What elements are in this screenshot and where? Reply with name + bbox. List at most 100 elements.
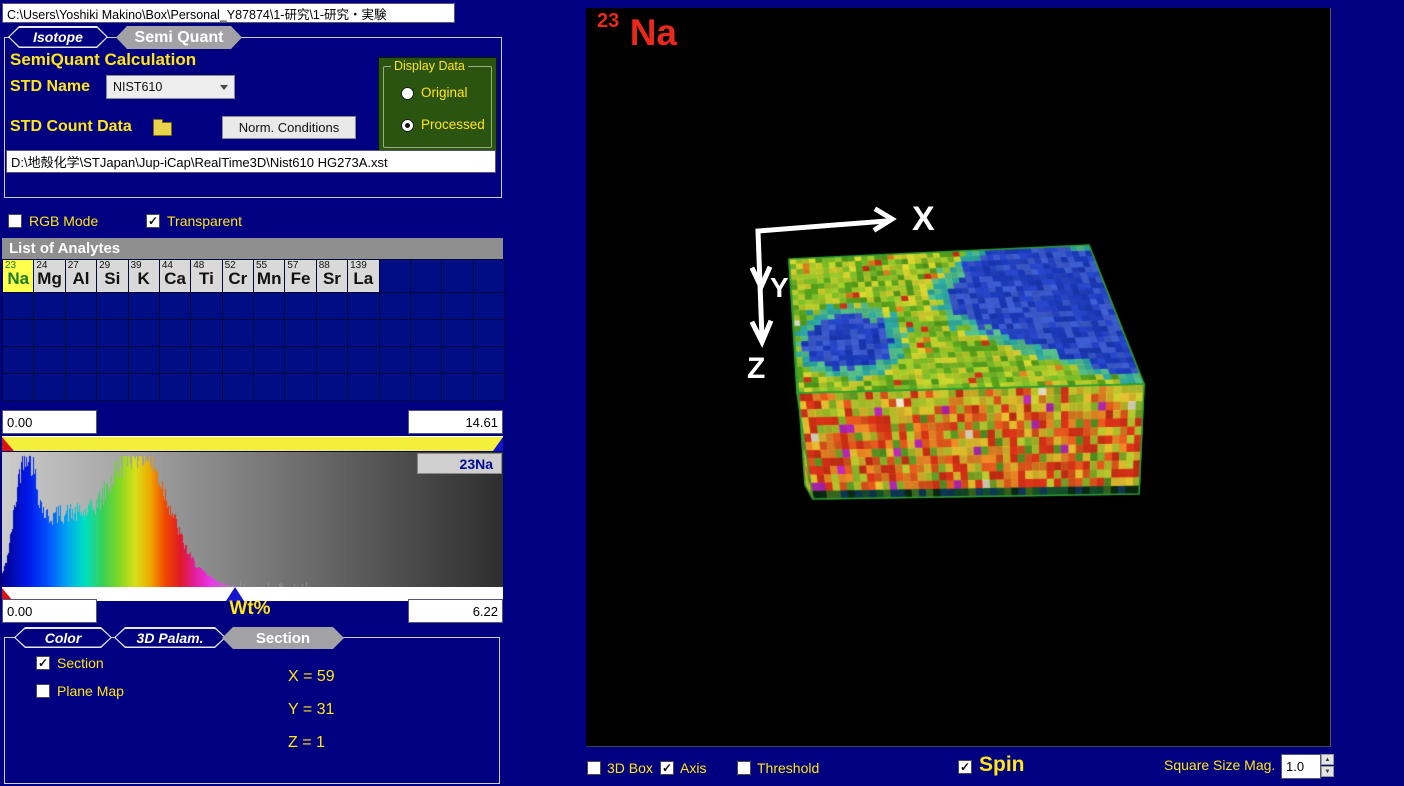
range-min-handle-icon[interactable] bbox=[2, 437, 14, 451]
analyte-empty-cell[interactable] bbox=[474, 320, 504, 346]
analyte-empty-cell[interactable] bbox=[285, 347, 315, 373]
analyte-empty-cell[interactable] bbox=[34, 374, 64, 400]
analyte-empty-cell[interactable] bbox=[223, 347, 253, 373]
analyte-empty-cell[interactable] bbox=[380, 347, 410, 373]
isotope-select-button[interactable]: 23Na bbox=[417, 453, 502, 474]
analyte-empty-cell[interactable] bbox=[317, 320, 347, 346]
analyte-empty-cell[interactable] bbox=[380, 260, 410, 292]
analyte-empty-cell[interactable] bbox=[442, 374, 472, 400]
analyte-empty-cell[interactable] bbox=[97, 293, 127, 319]
tab-color[interactable]: Color bbox=[14, 627, 112, 648]
analyte-empty-cell[interactable] bbox=[254, 347, 284, 373]
std-file-path-input[interactable]: D:\地殻化学\STJapan\Jup-iCap\RealTime3D\Nist… bbox=[6, 150, 496, 173]
analyte-cell-Fe[interactable]: 57Fe bbox=[285, 260, 315, 292]
analyte-empty-cell[interactable] bbox=[474, 347, 504, 373]
analyte-empty-cell[interactable] bbox=[348, 320, 378, 346]
axis-checkbox[interactable]: ✓ bbox=[660, 761, 674, 775]
analyte-empty-cell[interactable] bbox=[474, 293, 504, 319]
analyte-empty-cell[interactable] bbox=[3, 374, 33, 400]
analyte-empty-cell[interactable] bbox=[160, 374, 190, 400]
analyte-empty-cell[interactable] bbox=[3, 347, 33, 373]
analyte-empty-cell[interactable] bbox=[411, 347, 441, 373]
analyte-empty-cell[interactable] bbox=[254, 320, 284, 346]
analyte-empty-cell[interactable] bbox=[317, 347, 347, 373]
analyte-empty-cell[interactable] bbox=[223, 320, 253, 346]
analyte-empty-cell[interactable] bbox=[254, 374, 284, 400]
norm-conditions-button[interactable]: Norm. Conditions bbox=[222, 116, 356, 139]
analyte-cell-Ti[interactable]: 48Ti bbox=[191, 260, 221, 292]
spin-checkbox[interactable]: ✓ bbox=[958, 760, 972, 774]
analyte-empty-cell[interactable] bbox=[97, 320, 127, 346]
analyte-empty-cell[interactable] bbox=[348, 293, 378, 319]
analyte-cell-Ca[interactable]: 44Ca bbox=[160, 260, 190, 292]
wt-min-input[interactable]: 0.00 bbox=[2, 599, 97, 623]
tab-isotope[interactable]: Isotope bbox=[8, 26, 108, 48]
analyte-empty-cell[interactable] bbox=[191, 347, 221, 373]
analyte-cell-Na[interactable]: 23Na bbox=[3, 260, 33, 292]
analyte-empty-cell[interactable] bbox=[285, 320, 315, 346]
analyte-empty-cell[interactable] bbox=[66, 293, 96, 319]
analyte-empty-cell[interactable] bbox=[223, 293, 253, 319]
analyte-empty-cell[interactable] bbox=[380, 374, 410, 400]
square-size-spinner[interactable]: ▲ ▼ bbox=[1321, 754, 1334, 777]
analyte-cell-Mn[interactable]: 55Mn bbox=[254, 260, 284, 292]
spinner-down-icon[interactable]: ▼ bbox=[1321, 766, 1334, 777]
analyte-empty-cell[interactable] bbox=[3, 293, 33, 319]
analyte-empty-cell[interactable] bbox=[34, 293, 64, 319]
analyte-cell-Sr[interactable]: 88Sr bbox=[317, 260, 347, 292]
analyte-empty-cell[interactable] bbox=[191, 374, 221, 400]
analyte-empty-cell[interactable] bbox=[129, 320, 159, 346]
analyte-empty-cell[interactable] bbox=[411, 293, 441, 319]
analyte-empty-cell[interactable] bbox=[380, 320, 410, 346]
analyte-empty-cell[interactable] bbox=[317, 293, 347, 319]
analyte-empty-cell[interactable] bbox=[3, 320, 33, 346]
analyte-empty-cell[interactable] bbox=[348, 347, 378, 373]
spinner-up-icon[interactable]: ▲ bbox=[1321, 754, 1334, 765]
analyte-empty-cell[interactable] bbox=[191, 320, 221, 346]
count-min-input[interactable]: 0.00 bbox=[2, 410, 97, 434]
radio-original[interactable] bbox=[401, 87, 414, 100]
analyte-cell-Si[interactable]: 29Si bbox=[97, 260, 127, 292]
analyte-empty-cell[interactable] bbox=[285, 374, 315, 400]
analyte-empty-cell[interactable] bbox=[474, 260, 504, 292]
analyte-empty-cell[interactable] bbox=[129, 347, 159, 373]
analyte-empty-cell[interactable] bbox=[474, 374, 504, 400]
section-checkbox[interactable]: ✓ bbox=[36, 656, 50, 670]
analyte-empty-cell[interactable] bbox=[442, 293, 472, 319]
analyte-empty-cell[interactable] bbox=[191, 293, 221, 319]
tab-semi-quant[interactable]: Semi Quant bbox=[116, 26, 242, 49]
3d-box-checkbox[interactable] bbox=[587, 761, 601, 775]
analyte-cell-La[interactable]: 139La bbox=[348, 260, 378, 292]
plane-map-checkbox[interactable] bbox=[36, 684, 50, 698]
analyte-empty-cell[interactable] bbox=[411, 374, 441, 400]
analyte-empty-cell[interactable] bbox=[254, 293, 284, 319]
analyte-empty-cell[interactable] bbox=[442, 347, 472, 373]
analyte-empty-cell[interactable] bbox=[97, 347, 127, 373]
square-size-mag-input[interactable]: 1.0 bbox=[1281, 754, 1321, 779]
analyte-empty-cell[interactable] bbox=[411, 320, 441, 346]
analyte-cell-Mg[interactable]: 24Mg bbox=[34, 260, 64, 292]
analyte-empty-cell[interactable] bbox=[380, 293, 410, 319]
tab-section[interactable]: Section bbox=[222, 627, 344, 649]
analyte-cell-Cr[interactable]: 52Cr bbox=[223, 260, 253, 292]
analyte-empty-cell[interactable] bbox=[442, 320, 472, 346]
analyte-empty-cell[interactable] bbox=[34, 347, 64, 373]
analyte-cell-Al[interactable]: 27Al bbox=[66, 260, 96, 292]
working-folder-path-input[interactable]: C:\Users\Yoshiki Makino\Box\Personal_Y87… bbox=[2, 3, 455, 23]
rgb-mode-checkbox[interactable] bbox=[8, 214, 22, 228]
analyte-empty-cell[interactable] bbox=[66, 347, 96, 373]
analyte-empty-cell[interactable] bbox=[442, 260, 472, 292]
threshold-checkbox[interactable] bbox=[737, 761, 751, 775]
analyte-empty-cell[interactable] bbox=[411, 260, 441, 292]
std-name-dropdown[interactable]: NIST610 bbox=[106, 75, 235, 99]
analyte-empty-cell[interactable] bbox=[285, 293, 315, 319]
color-range-slider[interactable] bbox=[2, 436, 503, 451]
analyte-empty-cell[interactable] bbox=[66, 374, 96, 400]
analyte-empty-cell[interactable] bbox=[160, 320, 190, 346]
analyte-empty-cell[interactable] bbox=[129, 293, 159, 319]
count-max-input[interactable]: 14.61 bbox=[408, 410, 503, 434]
analyte-empty-cell[interactable] bbox=[66, 320, 96, 346]
tab-3d-palam[interactable]: 3D Palam. bbox=[114, 627, 226, 648]
analyte-empty-cell[interactable] bbox=[317, 374, 347, 400]
open-folder-icon[interactable] bbox=[153, 122, 172, 136]
